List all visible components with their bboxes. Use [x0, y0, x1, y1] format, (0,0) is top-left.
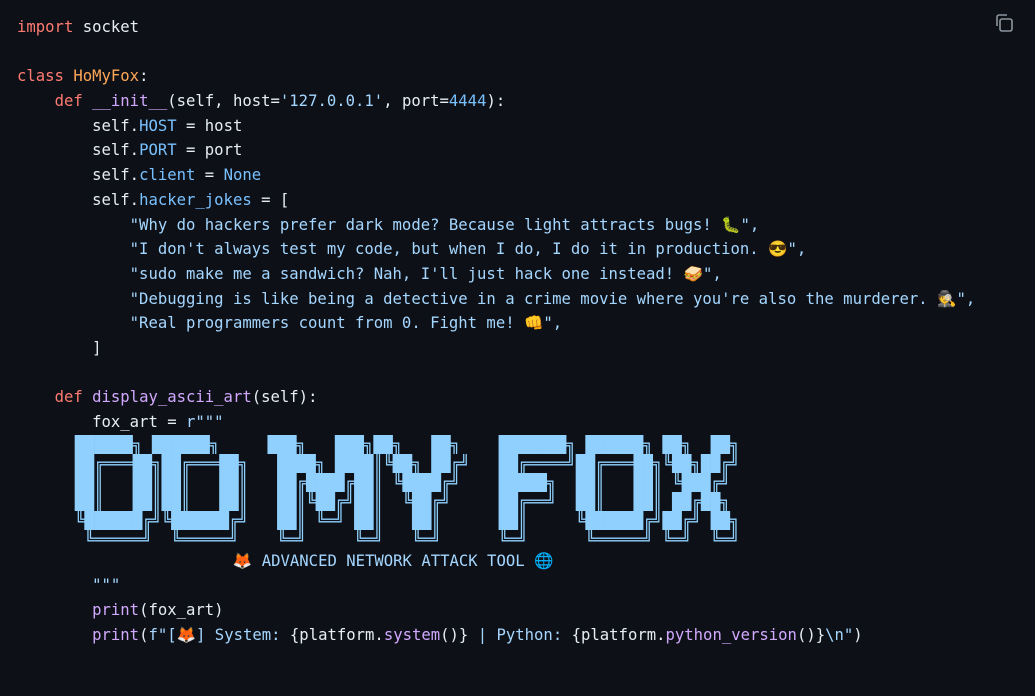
copy-button[interactable]	[993, 12, 1015, 34]
code-line-7: self.client = None	[92, 166, 262, 185]
code-line-11: "sudo make me a sandwich? Nah, I'll just…	[129, 264, 722, 283]
code-line-4: def __init__(self, host='127.0.0.1', por…	[54, 92, 506, 111]
code-line-9: "Why do hackers prefer dark mode? Becaus…	[129, 215, 760, 234]
code-line-8: self.hacker_jokes = [	[92, 190, 290, 209]
code-line-16: def display_ascii_art(self):	[54, 388, 318, 407]
code-line-25: """	[92, 576, 121, 595]
copy-icon	[996, 14, 1013, 32]
code-line-10: "I don't always test my code, but when I…	[129, 240, 807, 259]
code-line-27: print(f"[🦊] System: {platform.system()} …	[92, 625, 863, 644]
ascii-art-line: ██║ ██║██║ ██║ ██╔████╔██║ ╚████╔╝ █████…	[74, 472, 740, 492]
code-line-26: print(fox_art)	[92, 601, 224, 620]
ascii-art-line: ╚██████╔╝╚██████╔╝ ██║ ╚═╝ ██║ ██║ ██║ ╚…	[74, 510, 740, 530]
code-block: import socket class HoMyFox: def __init_…	[0, 0, 1035, 696]
ascii-art-line: ██║ ██║██║ ██║ ██║╚██╔╝██║ ╚██╔╝ ██╔══╝ …	[74, 491, 740, 511]
code-line-13: "Real programmers count from 0. Fight me…	[129, 314, 563, 333]
code-line-24: 🦊 ADVANCED NETWORK ATTACK TOOL 🌐	[92, 551, 554, 570]
ascii-art-line: ╚═════╝ ╚═════╝ ╚═╝ ╚═╝ ╚═╝ ╚═╝ ╚═════╝ …	[74, 529, 740, 549]
ascii-art-line: ██╔═══██╗██╔═══██╗ ████╗ ████║╚██╗ ██╔╝ …	[74, 453, 740, 473]
code-text: import socket class HoMyFox: def __init_…	[17, 15, 975, 647]
code-line-3: class HoMyFox:	[17, 67, 149, 86]
ascii-art-line: ██████╗ ██████╗ ███╗ ███╗██╗ ██╗ ███████…	[74, 434, 740, 454]
code-line-1: import socket	[17, 18, 140, 36]
code-line-14: ]	[92, 338, 102, 357]
code-line-5: self.HOST = host	[92, 116, 243, 135]
code-line-6: self.PORT = port	[92, 141, 243, 160]
code-line-17: fox_art = r"""	[92, 413, 224, 431]
code-line-12: "Debugging is like being a detective in …	[129, 289, 976, 308]
